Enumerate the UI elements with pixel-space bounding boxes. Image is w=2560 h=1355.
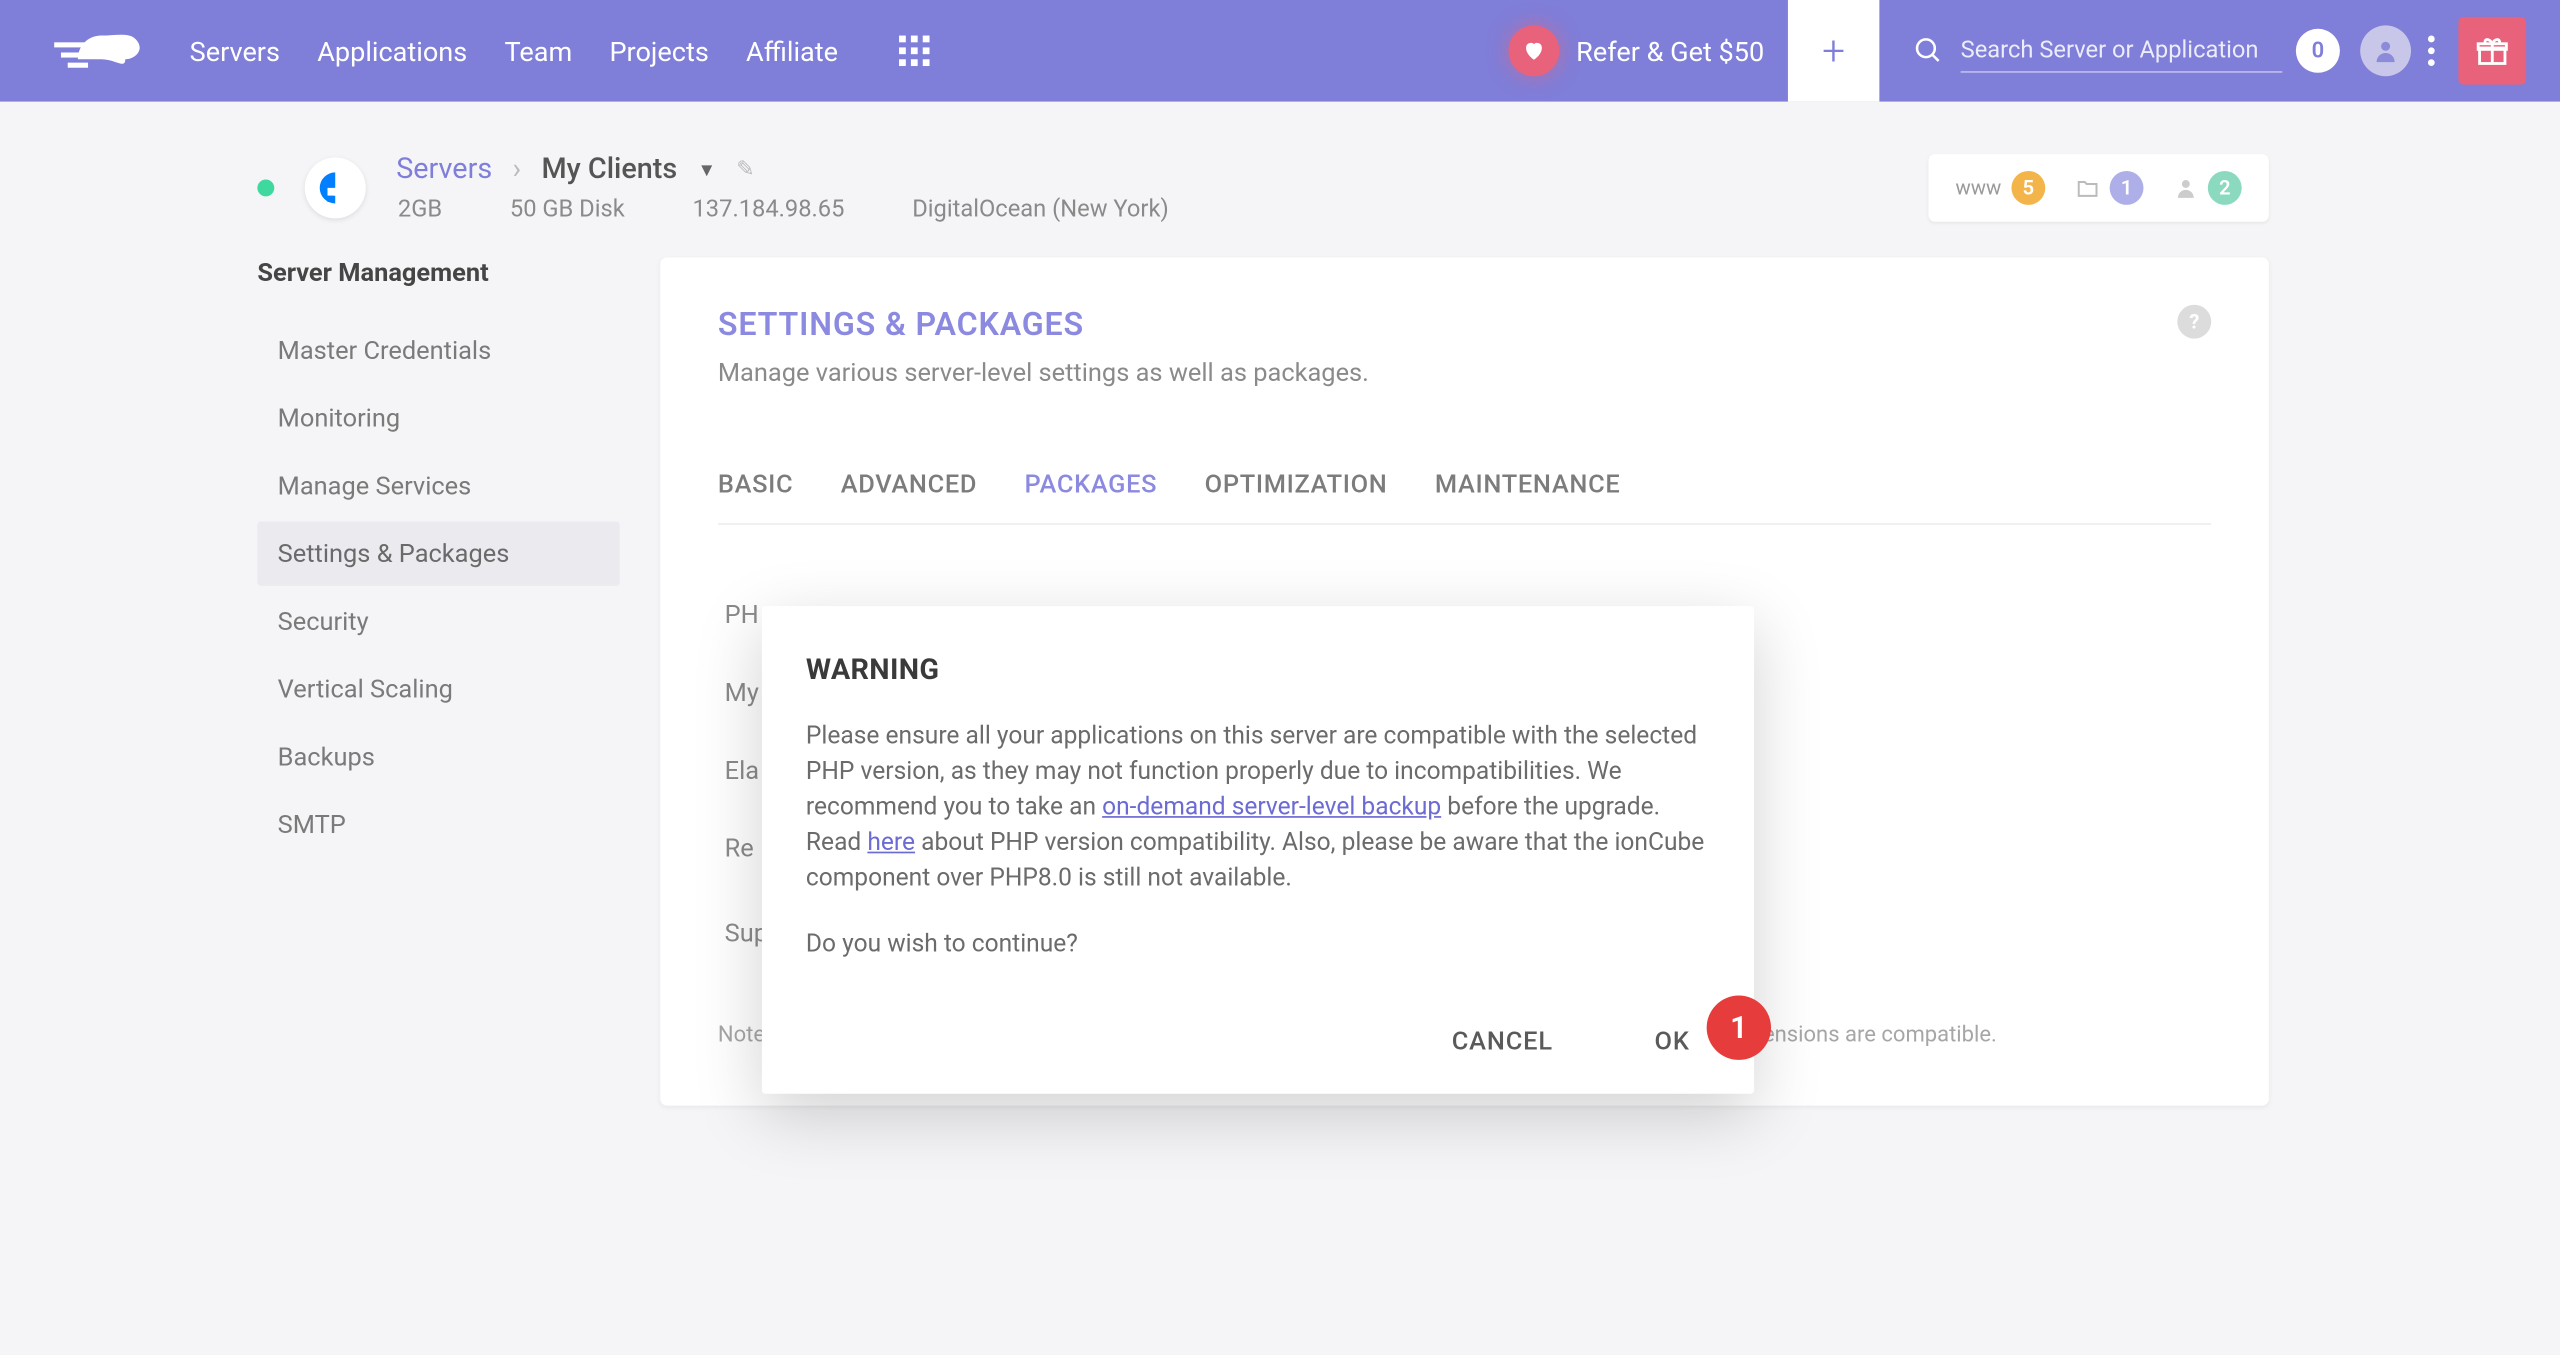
sidebar-item-monitoring[interactable]: Monitoring bbox=[257, 386, 619, 450]
modal-question: Do you wish to continue? bbox=[806, 926, 1710, 962]
cancel-button[interactable]: CANCEL bbox=[1452, 1026, 1553, 1056]
stat-www-label: www bbox=[1955, 176, 2001, 200]
modal-title: WARNING bbox=[806, 654, 1710, 688]
sidebar-item-security[interactable]: Security bbox=[257, 589, 619, 653]
heart-icon bbox=[1508, 25, 1559, 76]
modal-body: Please ensure all your applications on t… bbox=[806, 718, 1710, 896]
stat-www-count: 5 bbox=[2011, 171, 2045, 205]
chevron-right-icon: › bbox=[513, 152, 522, 186]
panel-title: SETTINGS & PACKAGES bbox=[718, 305, 2211, 344]
compat-link[interactable]: here bbox=[867, 828, 915, 857]
sidebar-title: Server Management bbox=[257, 257, 619, 287]
sidebar-item-services[interactable]: Manage Services bbox=[257, 454, 619, 518]
server-header: Servers › My Clients ▼ ✎ 2GB 50 GB Disk … bbox=[0, 102, 2560, 258]
provider-badge bbox=[305, 157, 366, 218]
user-avatar[interactable] bbox=[2360, 25, 2411, 76]
ok-button[interactable]: OK bbox=[1654, 1026, 1689, 1056]
backup-link[interactable]: on-demand server-level backup bbox=[1102, 792, 1441, 821]
nav-applications[interactable]: Applications bbox=[317, 35, 467, 67]
nav-projects[interactable]: Projects bbox=[609, 35, 708, 67]
sidebar-item-settings-packages[interactable]: Settings & Packages bbox=[257, 521, 619, 585]
edit-icon[interactable]: ✎ bbox=[736, 157, 754, 182]
server-ip: 137.184.98.65 bbox=[692, 196, 844, 223]
stat-projects-count: 1 bbox=[2110, 171, 2144, 205]
apps-grid-icon[interactable] bbox=[899, 36, 929, 66]
server-ram: 2GB bbox=[398, 196, 442, 223]
tab-basic[interactable]: BASIC bbox=[718, 455, 793, 523]
tab-packages[interactable]: PACKAGES bbox=[1025, 455, 1158, 523]
server-disk: 50 GB Disk bbox=[510, 196, 625, 223]
sidebar-item-backups[interactable]: Backups bbox=[257, 725, 619, 789]
chevron-down-icon[interactable]: ▼ bbox=[698, 158, 716, 180]
search-input[interactable] bbox=[1961, 30, 2283, 72]
warning-modal: WARNING Please ensure all your applicati… bbox=[762, 606, 1754, 1094]
refer-link[interactable]: Refer & Get $50 bbox=[1508, 25, 1764, 76]
server-provider: DigitalOcean (New York) bbox=[912, 196, 1169, 223]
folder-icon bbox=[2076, 176, 2100, 200]
tab-maintenance[interactable]: MAINTENANCE bbox=[1435, 455, 1620, 523]
gift-button[interactable] bbox=[2458, 17, 2526, 85]
user-icon bbox=[2174, 176, 2198, 200]
nav-servers[interactable]: Servers bbox=[190, 35, 280, 67]
sidebar-item-credentials[interactable]: Master Credentials bbox=[257, 318, 619, 382]
step-badge: 1 bbox=[1707, 996, 1771, 1060]
server-name[interactable]: My Clients bbox=[541, 152, 677, 186]
nav-team[interactable]: Team bbox=[504, 35, 572, 67]
more-menu-icon[interactable] bbox=[2428, 36, 2435, 66]
breadcrumb-servers[interactable]: Servers bbox=[396, 152, 492, 186]
tab-optimization[interactable]: OPTIMIZATION bbox=[1205, 455, 1388, 523]
tab-advanced[interactable]: ADVANCED bbox=[841, 455, 977, 523]
server-stats: www 5 1 2 bbox=[1928, 154, 2268, 222]
brand-logo[interactable] bbox=[51, 25, 156, 76]
nav-affiliate[interactable]: Affiliate bbox=[746, 35, 838, 67]
add-button[interactable]: + bbox=[1788, 0, 1879, 102]
stat-users-count: 2 bbox=[2208, 171, 2242, 205]
panel-subtitle: Manage various server-level settings as … bbox=[718, 357, 2211, 387]
refer-label: Refer & Get $50 bbox=[1576, 35, 1764, 67]
sidebar: Server Management Master Credentials Mon… bbox=[257, 257, 619, 1105]
help-icon[interactable]: ? bbox=[2177, 305, 2211, 339]
top-nav: Servers Applications Team Projects Affil… bbox=[0, 0, 2560, 102]
sidebar-item-vertical-scaling[interactable]: Vertical Scaling bbox=[257, 657, 619, 721]
sidebar-item-smtp[interactable]: SMTP bbox=[257, 792, 619, 856]
notification-count[interactable]: 0 bbox=[2296, 29, 2340, 73]
search-icon[interactable] bbox=[1913, 36, 1943, 66]
status-indicator bbox=[257, 179, 274, 196]
